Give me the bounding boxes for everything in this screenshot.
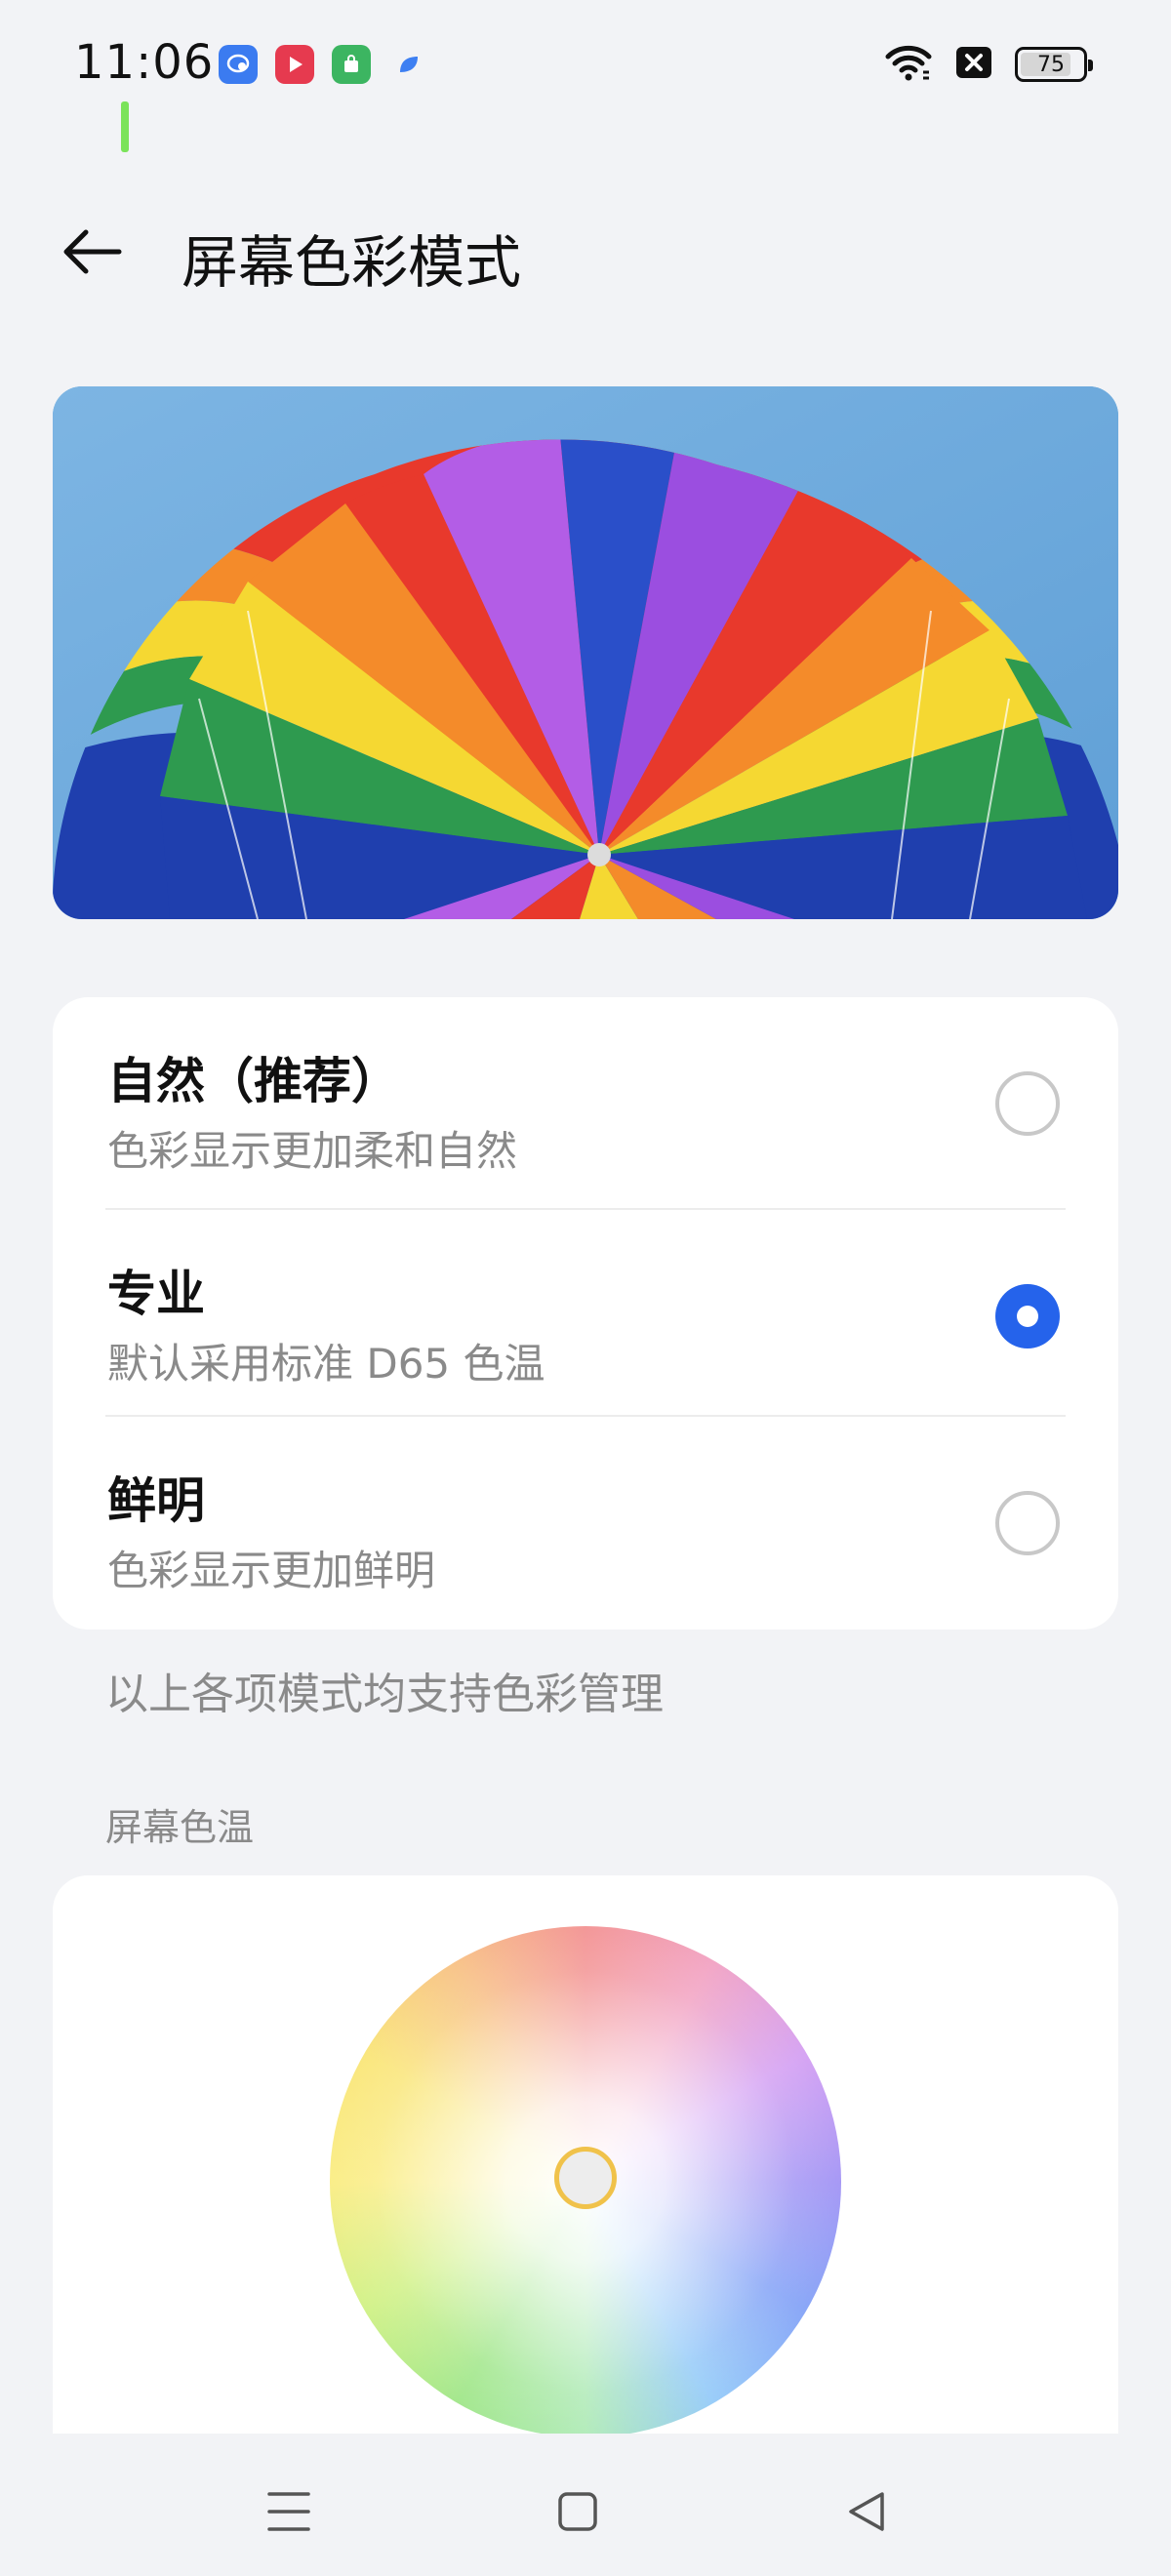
shopping-bag-icon — [332, 45, 371, 84]
status-time: 11:06 — [74, 35, 215, 90]
battery-level: 75 — [1037, 52, 1065, 77]
blue-leaf-icon — [388, 45, 427, 84]
home-icon — [558, 2492, 597, 2531]
section-label-color-temp: 屏幕色温 — [105, 1806, 255, 1849]
menu-button[interactable] — [250, 2473, 328, 2551]
option-title: 自然（推荐） — [107, 1053, 400, 1109]
status-right-icons: 75 — [884, 43, 1093, 86]
color-management-note: 以上各项模式均支持色彩管理 — [105, 1670, 664, 1719]
color-temp-handle[interactable] — [554, 2147, 617, 2209]
color-temp-card — [53, 1875, 1118, 2449]
color-mode-options: 自然（推荐） 色彩显示更加柔和自然 专业 默认采用标准 D65 色温 鲜明 色彩… — [53, 997, 1118, 1630]
chat-bubble-icon — [219, 45, 258, 84]
status-bar: 11:06 75 — [0, 0, 1171, 152]
arrow-left-icon — [63, 229, 122, 274]
page-title: 屏幕色彩模式 — [182, 229, 522, 296]
video-play-icon — [275, 45, 314, 84]
color-temp-wheel[interactable] — [330, 1926, 841, 2437]
indicator-bar — [121, 101, 129, 152]
back-nav-button[interactable] — [828, 2473, 906, 2551]
option-title: 专业 — [107, 1266, 205, 1322]
wifi-icon — [884, 43, 933, 86]
menu-icon — [267, 2492, 310, 2531]
option-description: 色彩显示更加柔和自然 — [107, 1127, 518, 1175]
option-description: 色彩显示更加鲜明 — [107, 1547, 436, 1594]
battery-icon: 75 — [1015, 47, 1093, 82]
option-natural[interactable]: 自然（推荐） 色彩显示更加柔和自然 — [53, 997, 1118, 1204]
status-app-icons — [219, 45, 427, 84]
option-professional[interactable]: 专业 默认采用标准 D65 色温 — [53, 1210, 1118, 1417]
app-header: 屏幕色彩模式 — [0, 195, 1171, 312]
radio-vivid[interactable] — [995, 1491, 1060, 1555]
radio-professional[interactable] — [995, 1284, 1060, 1348]
rainbow-parachute-photo — [53, 386, 1118, 919]
option-description: 默认采用标准 D65 色温 — [107, 1340, 545, 1388]
home-button[interactable] — [539, 2473, 617, 2551]
option-title: 鲜明 — [107, 1472, 205, 1529]
radio-natural[interactable] — [995, 1071, 1060, 1136]
back-triangle-icon — [849, 2492, 884, 2531]
system-nav-bar — [0, 2434, 1171, 2576]
back-button[interactable] — [57, 217, 127, 287]
signal-off-icon — [954, 45, 993, 84]
option-vivid[interactable]: 鲜明 色彩显示更加鲜明 — [53, 1417, 1118, 1624]
